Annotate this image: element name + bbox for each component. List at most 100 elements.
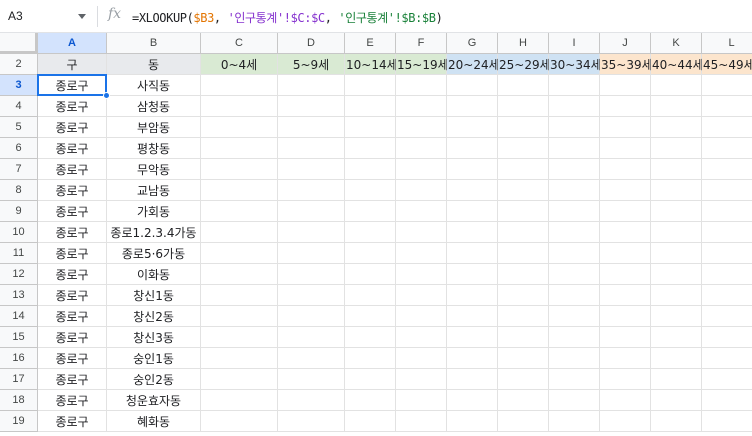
empty-cell[interactable] bbox=[651, 138, 702, 159]
empty-cell[interactable] bbox=[396, 264, 447, 285]
empty-cell[interactable] bbox=[549, 138, 600, 159]
cell-gu[interactable]: 종로구 bbox=[38, 243, 107, 264]
empty-cell[interactable] bbox=[702, 348, 752, 369]
empty-cell[interactable] bbox=[600, 306, 651, 327]
empty-cell[interactable] bbox=[201, 369, 278, 390]
empty-cell[interactable] bbox=[447, 117, 498, 138]
empty-cell[interactable] bbox=[278, 75, 345, 96]
empty-cell[interactable] bbox=[278, 138, 345, 159]
empty-cell[interactable] bbox=[498, 96, 549, 117]
empty-cell[interactable] bbox=[702, 411, 752, 432]
empty-cell[interactable] bbox=[651, 264, 702, 285]
empty-cell[interactable] bbox=[498, 201, 549, 222]
row-header[interactable]: 18 bbox=[0, 390, 38, 411]
row-header[interactable]: 6 bbox=[0, 138, 38, 159]
empty-cell[interactable] bbox=[549, 96, 600, 117]
cell-gu[interactable]: 종로구 bbox=[38, 138, 107, 159]
empty-cell[interactable] bbox=[600, 348, 651, 369]
empty-cell[interactable] bbox=[498, 264, 549, 285]
empty-cell[interactable] bbox=[651, 285, 702, 306]
empty-cell[interactable] bbox=[549, 306, 600, 327]
empty-cell[interactable] bbox=[447, 159, 498, 180]
empty-cell[interactable] bbox=[498, 348, 549, 369]
empty-cell[interactable] bbox=[447, 390, 498, 411]
age-group-header[interactable]: 5~9세 bbox=[278, 54, 345, 75]
empty-cell[interactable] bbox=[600, 159, 651, 180]
empty-cell[interactable] bbox=[651, 348, 702, 369]
cell-dong[interactable]: 창신1동 bbox=[107, 285, 201, 306]
empty-cell[interactable] bbox=[600, 180, 651, 201]
column-header-f[interactable]: F bbox=[396, 33, 447, 54]
empty-cell[interactable] bbox=[600, 75, 651, 96]
empty-cell[interactable] bbox=[278, 159, 345, 180]
empty-cell[interactable] bbox=[702, 390, 752, 411]
empty-cell[interactable] bbox=[600, 243, 651, 264]
empty-cell[interactable] bbox=[447, 348, 498, 369]
empty-cell[interactable] bbox=[651, 180, 702, 201]
empty-cell[interactable] bbox=[201, 75, 278, 96]
cell-gu[interactable]: 종로구 bbox=[38, 201, 107, 222]
empty-cell[interactable] bbox=[549, 159, 600, 180]
empty-cell[interactable] bbox=[345, 222, 396, 243]
empty-cell[interactable] bbox=[396, 159, 447, 180]
empty-cell[interactable] bbox=[447, 306, 498, 327]
cell-gu[interactable]: 종로구 bbox=[38, 180, 107, 201]
empty-cell[interactable] bbox=[447, 285, 498, 306]
empty-cell[interactable] bbox=[447, 264, 498, 285]
cell-dong[interactable]: 숭인2동 bbox=[107, 369, 201, 390]
empty-cell[interactable] bbox=[702, 117, 752, 138]
cell-dong[interactable]: 무악동 bbox=[107, 159, 201, 180]
age-group-header[interactable]: 10~14세 bbox=[345, 54, 398, 75]
empty-cell[interactable] bbox=[498, 411, 549, 432]
empty-cell[interactable] bbox=[201, 138, 278, 159]
empty-cell[interactable] bbox=[498, 285, 549, 306]
cell-gu[interactable]: 종로구 bbox=[38, 411, 107, 432]
empty-cell[interactable] bbox=[651, 201, 702, 222]
row-header[interactable]: 10 bbox=[0, 222, 38, 243]
column-header-b[interactable]: B bbox=[107, 33, 201, 54]
cell-gu[interactable]: 종로구 bbox=[38, 390, 107, 411]
empty-cell[interactable] bbox=[498, 222, 549, 243]
empty-cell[interactable] bbox=[702, 222, 752, 243]
age-group-header[interactable]: 0~4세 bbox=[201, 54, 278, 75]
cell-dong[interactable]: 부암동 bbox=[107, 117, 201, 138]
cell-dong[interactable]: 사직동 bbox=[107, 75, 201, 96]
empty-cell[interactable] bbox=[702, 138, 752, 159]
empty-cell[interactable] bbox=[447, 222, 498, 243]
empty-cell[interactable] bbox=[345, 75, 396, 96]
empty-cell[interactable] bbox=[278, 327, 345, 348]
empty-cell[interactable] bbox=[549, 243, 600, 264]
empty-cell[interactable] bbox=[498, 306, 549, 327]
empty-cell[interactable] bbox=[447, 369, 498, 390]
empty-cell[interactable] bbox=[396, 180, 447, 201]
empty-cell[interactable] bbox=[651, 117, 702, 138]
empty-cell[interactable] bbox=[396, 285, 447, 306]
empty-cell[interactable] bbox=[549, 117, 600, 138]
empty-cell[interactable] bbox=[396, 75, 447, 96]
empty-cell[interactable] bbox=[345, 138, 396, 159]
row-header[interactable]: 16 bbox=[0, 348, 38, 369]
empty-cell[interactable] bbox=[702, 285, 752, 306]
empty-cell[interactable] bbox=[702, 243, 752, 264]
empty-cell[interactable] bbox=[498, 369, 549, 390]
cell-gu[interactable]: 종로구 bbox=[38, 327, 107, 348]
cell-dong[interactable]: 청운효자동 bbox=[107, 390, 201, 411]
empty-cell[interactable] bbox=[447, 327, 498, 348]
row-header[interactable]: 7 bbox=[0, 159, 38, 180]
empty-cell[interactable] bbox=[600, 264, 651, 285]
empty-cell[interactable] bbox=[600, 369, 651, 390]
age-group-header[interactable]: 20~24세 bbox=[447, 54, 500, 75]
empty-cell[interactable] bbox=[396, 390, 447, 411]
empty-cell[interactable] bbox=[345, 180, 396, 201]
chevron-down-icon[interactable] bbox=[78, 14, 86, 19]
age-group-header[interactable]: 30~34세 bbox=[549, 54, 602, 75]
empty-cell[interactable] bbox=[345, 369, 396, 390]
empty-cell[interactable] bbox=[702, 306, 752, 327]
column-header-e[interactable]: E bbox=[345, 33, 396, 54]
row-header[interactable]: 3 bbox=[0, 75, 38, 96]
select-all-corner[interactable] bbox=[0, 33, 38, 54]
empty-cell[interactable] bbox=[600, 222, 651, 243]
empty-cell[interactable] bbox=[549, 390, 600, 411]
empty-cell[interactable] bbox=[498, 117, 549, 138]
column-header-d[interactable]: D bbox=[278, 33, 345, 54]
